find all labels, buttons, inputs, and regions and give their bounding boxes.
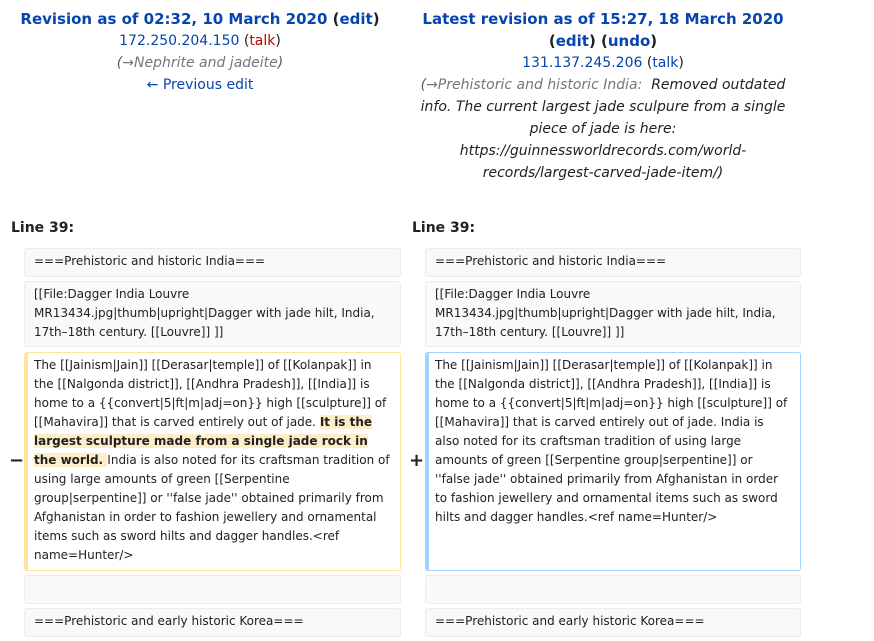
right-action-links: (edit) (undo) bbox=[548, 32, 658, 50]
left-summary-arrow[interactable]: → bbox=[122, 55, 134, 71]
right-talk-link[interactable]: talk bbox=[652, 55, 678, 71]
right-revision-title-line: Latest revision as of 15:27, 18 March 20… bbox=[418, 8, 788, 30]
deleted-text-after: India is also noted for its craftsman tr… bbox=[34, 453, 390, 562]
right-context-line-2: [[File:Dagger India Louvre MR13434.jpg|t… bbox=[425, 281, 801, 347]
left-edit-summary: (→Nephrite and jadeite) bbox=[116, 55, 284, 71]
left-context-line-2: [[File:Dagger India Louvre MR13434.jpg|t… bbox=[24, 281, 401, 347]
left-context-line-1: ===Prehistoric and historic India=== bbox=[24, 248, 401, 277]
left-user-line: 172.250.204.150 (talk) bbox=[119, 33, 281, 49]
right-context-line-korea: ===Prehistoric and early historic Korea=… bbox=[425, 608, 801, 637]
left-user-link[interactable]: 172.250.204.150 bbox=[119, 33, 239, 49]
undo-link[interactable]: undo bbox=[608, 32, 650, 50]
right-user-line: 131.137.245.206 (talk) bbox=[522, 55, 684, 71]
left-context-line-empty bbox=[24, 575, 401, 604]
left-revision-header: Revision as of 02:32, 10 March 2020 (edi… bbox=[20, 8, 380, 96]
left-summary-text[interactable]: Nephrite and jadeite bbox=[134, 55, 278, 71]
right-line-number: Line 39: bbox=[412, 220, 476, 236]
right-edit-link[interactable]: edit bbox=[556, 32, 589, 50]
right-revision-header: Latest revision as of 15:27, 18 March 20… bbox=[418, 8, 788, 184]
left-revision-title-link[interactable]: Revision as of 02:32, 10 March 2020 bbox=[20, 10, 327, 28]
right-summary-section[interactable]: →Prehistoric and historic India: bbox=[426, 77, 642, 93]
added-line: The [[Jainism|Jain]] [[Derasar|temple]] … bbox=[425, 352, 801, 571]
right-revision-title-link[interactable]: Latest revision as of 15:27, 18 March 20… bbox=[422, 10, 783, 28]
left-revision-title-line: Revision as of 02:32, 10 March 2020 (edi… bbox=[20, 10, 380, 28]
right-context-line-empty bbox=[425, 575, 801, 604]
deleted-line-marker: − bbox=[9, 450, 25, 471]
right-user-link[interactable]: 131.137.245.206 bbox=[522, 55, 642, 71]
left-edit-link[interactable]: edit bbox=[339, 10, 372, 28]
right-context-line-1: ===Prehistoric and historic India=== bbox=[425, 248, 801, 277]
deleted-line: The [[Jainism|Jain]] [[Derasar|temple]] … bbox=[24, 352, 401, 571]
added-line-marker: + bbox=[409, 450, 425, 471]
left-context-line-korea: ===Prehistoric and early historic Korea=… bbox=[24, 608, 401, 637]
previous-edit-link[interactable]: ← Previous edit bbox=[147, 77, 254, 93]
left-talk-link[interactable]: talk bbox=[249, 33, 275, 49]
right-edit-summary: (→Prehistoric and historic India: Remove… bbox=[420, 77, 786, 181]
left-line-number: Line 39: bbox=[11, 220, 75, 236]
